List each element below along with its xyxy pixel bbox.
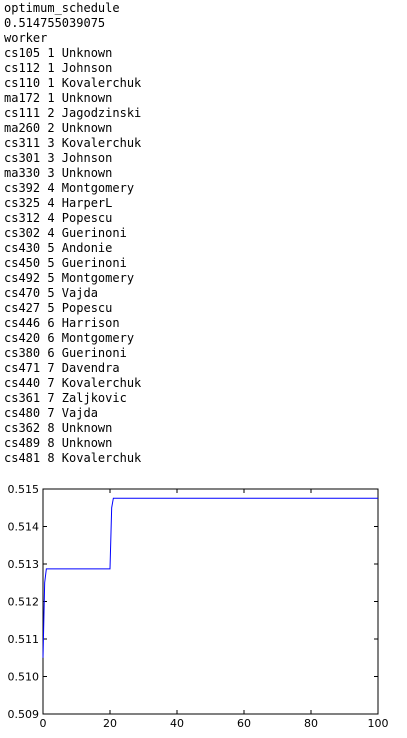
x-tick-label: 0 [40, 717, 47, 730]
output-line: 0.514755039075 [4, 16, 106, 30]
output-line: cs302 4 Guerinoni [4, 226, 127, 240]
output-line: cs380 6 Guerinoni [4, 346, 127, 360]
output-line: cs481 8 Kovalerchuk [4, 451, 142, 465]
output-line: cs362 8 Unknown [4, 421, 113, 435]
output-line: cs112 1 Johnson [4, 61, 113, 75]
output-line: ma330 3 Unknown [4, 166, 113, 180]
output-line: cs361 7 Zaljkovic [4, 391, 127, 405]
x-tick-label: 100 [368, 717, 389, 730]
chart-area: 0 20 40 60 80 100 0.509 0.510 0.511 0.512 0.513 0.… [0, 476, 407, 738]
line-chart: 0 20 40 60 80 100 0.5090.5100.5110.5120.5130.… [8, 483, 389, 730]
x-axis-ticks: 0 20 40 60 80 100 [40, 489, 389, 730]
x-tick-label: 20 [103, 717, 117, 730]
output-line: optimum_schedule [4, 1, 120, 15]
output-line: cs440 7 Kovalerchuk [4, 376, 142, 390]
y-tick-label: 0.512 [8, 596, 40, 609]
y-tick-label: 0.509 [8, 708, 40, 721]
output-line: cs311 3 Kovalerchuk [4, 136, 142, 150]
y-tick-label: 0.514 [8, 521, 40, 534]
series-line [42, 497, 378, 658]
output-line: cs325 4 HarperL [4, 196, 113, 210]
output-line: cs492 5 Montgomery [4, 271, 135, 285]
y-tick-label: 0.515 [8, 483, 40, 496]
output-line: cs392 4 Montgomery [4, 181, 135, 195]
output-line: cs111 2 Jagodzinski [4, 106, 142, 120]
plot-border [42, 488, 379, 715]
output-line: worker [4, 31, 48, 45]
output-line: cs430 5 Andonie [4, 241, 113, 255]
output-line: cs312 4 Popescu [4, 211, 113, 225]
output-line: cs427 5 Popescu [4, 301, 113, 315]
series-layer [42, 497, 378, 658]
output-line: cs105 1 Unknown [4, 46, 113, 60]
x-tick-label: 40 [170, 717, 184, 730]
output-line: cs450 5 Guerinoni [4, 256, 127, 270]
output-line: cs470 5 Vajda [4, 286, 98, 300]
output-line: cs420 6 Montgomery [4, 331, 135, 345]
y-tick-label: 0.511 [8, 633, 40, 646]
plot-frame [42, 488, 379, 715]
output-line: cs480 7 Vajda [4, 406, 98, 420]
output-line: ma172 1 Unknown [4, 91, 113, 105]
y-axis-ticks: 0.509 0.510 0.511 0.512 0.513 0.514 0.515 [8, 483, 378, 721]
output-line: cs489 8 Unknown [4, 436, 113, 450]
y-tick-label: 0.513 [8, 558, 40, 571]
y-tick-label: 0.510 [8, 671, 40, 684]
output-line: cs110 1 Kovalerchuk [4, 76, 142, 90]
output-line: cs471 7 Davendra [4, 361, 120, 375]
console-output: optimum_schedule 0.514755039075 worker cs10… [4, 1, 404, 466]
output-line: cs446 6 Harrison [4, 316, 120, 330]
output-line: cs301 3 Johnson [4, 151, 113, 165]
x-tick-label: 80 [304, 717, 318, 730]
x-tick-label: 60 [237, 717, 251, 730]
output-line: ma260 2 Unknown [4, 121, 113, 135]
